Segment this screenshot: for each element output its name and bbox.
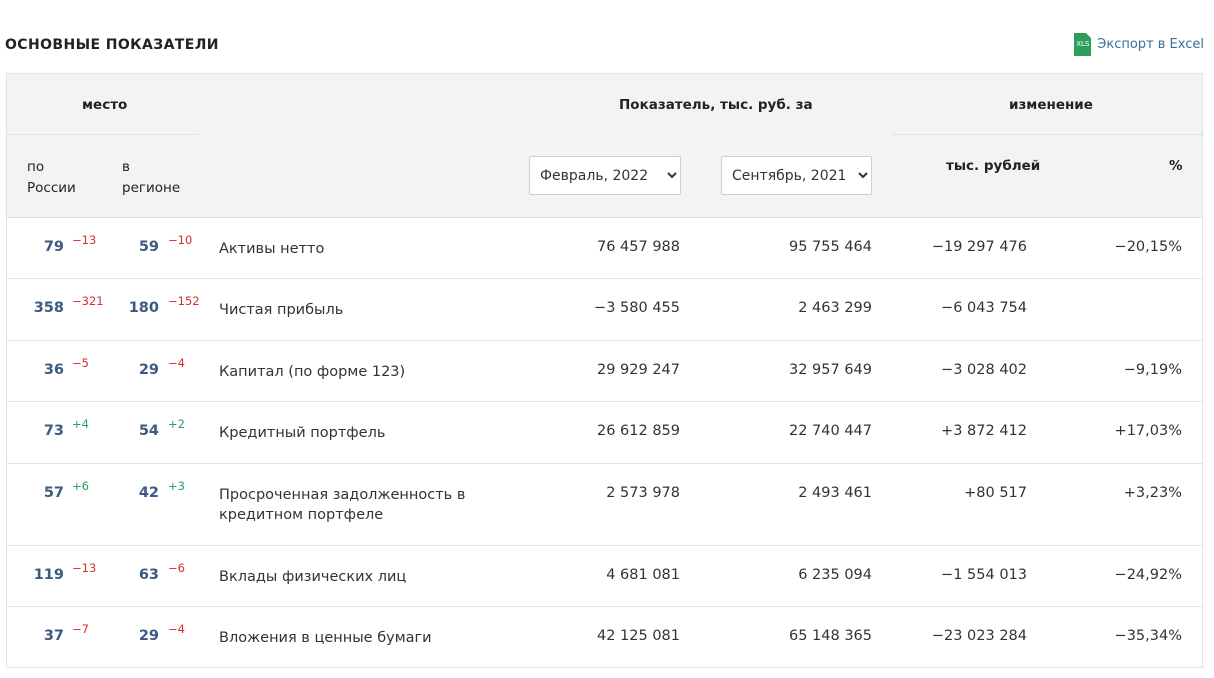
table-row: 73 +4 54 +2 Кредитный портфель 26 612 859 22 7… — [7, 402, 1202, 464]
rank-region-delta: −4 — [168, 622, 185, 636]
table-row: 119 −13 63 −6 Вклады физических лиц 4 681 081… — [7, 546, 1202, 607]
rank-region-delta: −6 — [168, 561, 185, 575]
table-row: 37 −7 29 −4 Вложения в ценные бумаги 42 125 0… — [7, 607, 1202, 667]
rank-region-delta: +3 — [168, 479, 185, 493]
header-change-abs: тыс. рублей — [946, 158, 1041, 174]
rank-region: 180 — [128, 300, 159, 316]
value-period-2: 65 148 365 — [788, 628, 872, 644]
rank-region: 59 — [138, 239, 159, 255]
rank-russia: 36 — [43, 362, 64, 378]
rank-russia: 79 — [43, 239, 64, 255]
change-pct: −9,19% — [1123, 362, 1182, 378]
indicator-name: Просроченная задолженность в кредитном п… — [219, 487, 466, 523]
table-row: 358 −321 180 −152 Чистая прибыль −3 580 455 2 … — [7, 279, 1202, 341]
value-period-2: 2 493 461 — [798, 485, 872, 501]
value-period-1: 4 681 081 — [606, 567, 680, 583]
table-header: место по России в регионе Показатель, ты… — [7, 74, 1204, 218]
header-place-region: в регионе — [122, 159, 181, 196]
rank-russia: 37 — [43, 628, 64, 644]
change-abs: −19 297 476 — [931, 239, 1027, 255]
header-divider-right — [893, 134, 1204, 135]
change-abs: −3 028 402 — [941, 362, 1027, 378]
rank-region: 54 — [138, 423, 159, 439]
export-excel-link[interactable]: XLS Экспорт в Excel — [1074, 33, 1204, 56]
period-2-select[interactable]: Сентябрь, 2021 — [721, 156, 872, 195]
indicator-name: Чистая прибыль — [219, 302, 344, 318]
change-pct: −24,92% — [1114, 567, 1182, 583]
rank-region: 63 — [138, 567, 159, 583]
rank-russia: 73 — [43, 423, 64, 439]
table-body: 79 −13 59 −10 Активы нетто 76 457 988 95 755 4… — [7, 218, 1202, 667]
header-place-russia: по России — [27, 159, 76, 196]
rank-russia-delta: −7 — [72, 622, 89, 636]
change-abs: −23 023 284 — [931, 628, 1027, 644]
rank-russia-delta: +4 — [72, 417, 89, 431]
rank-region-delta: −4 — [168, 356, 185, 370]
indicator-name: Вложения в ценные бумаги — [219, 630, 432, 646]
table-row: 79 −13 59 −10 Активы нетто 76 457 988 95 755 4… — [7, 218, 1202, 279]
change-pct: −35,34% — [1114, 628, 1182, 644]
rank-region-delta: −152 — [168, 294, 200, 308]
header-change-pct: % — [1169, 158, 1183, 174]
value-period-2: 2 463 299 — [798, 300, 872, 316]
rank-russia-delta: −5 — [72, 356, 89, 370]
value-period-2: 22 740 447 — [788, 423, 872, 439]
table-row: 36 −5 29 −4 Капитал (по форме 123) 29 929 247… — [7, 341, 1202, 402]
header-indicator: Показатель, тыс. руб. за — [619, 97, 813, 113]
rank-russia-delta: +6 — [72, 479, 89, 493]
period-1-select[interactable]: Февраль, 2022 — [529, 156, 681, 195]
rank-russia: 57 — [43, 485, 64, 501]
value-period-1: −3 580 455 — [594, 300, 680, 316]
value-period-1: 76 457 988 — [596, 239, 680, 255]
indicator-name: Вклады физических лиц — [219, 569, 407, 585]
change-abs: −6 043 754 — [941, 300, 1027, 316]
rank-russia: 119 — [33, 567, 64, 583]
header-place: место — [82, 97, 128, 113]
header-divider-left — [7, 134, 199, 135]
value-period-1: 42 125 081 — [596, 628, 680, 644]
change-abs: −1 554 013 — [941, 567, 1027, 583]
rank-region: 29 — [138, 628, 159, 644]
value-period-2: 95 755 464 — [788, 239, 872, 255]
change-pct: +3,23% — [1123, 485, 1182, 501]
table-row: 57 +6 42 +3 Просроченная задолженность в кре… — [7, 464, 1202, 546]
value-period-1: 29 929 247 — [596, 362, 680, 378]
rank-russia-delta: −321 — [72, 294, 104, 308]
rank-region-delta: −10 — [168, 233, 193, 247]
indicators-table: место по России в регионе Показатель, ты… — [6, 73, 1204, 668]
rank-region: 29 — [138, 362, 159, 378]
indicator-name: Активы нетто — [219, 241, 325, 257]
page-title: ОСНОВНЫЕ ПОКАЗАТЕЛИ — [5, 37, 219, 53]
rank-region: 42 — [138, 485, 159, 501]
rank-russia-delta: −13 — [72, 561, 97, 575]
value-period-2: 6 235 094 — [798, 567, 872, 583]
value-period-1: 26 612 859 — [596, 423, 680, 439]
value-period-1: 2 573 978 — [606, 485, 680, 501]
header-change: изменение — [1009, 97, 1093, 113]
rank-russia: 358 — [33, 300, 64, 316]
change-abs: +3 872 412 — [941, 423, 1027, 439]
change-pct: +17,03% — [1114, 423, 1182, 439]
value-period-2: 32 957 649 — [788, 362, 872, 378]
indicator-name: Кредитный портфель — [219, 425, 386, 441]
excel-file-icon: XLS — [1074, 33, 1092, 56]
rank-region-delta: +2 — [168, 417, 185, 431]
change-abs: +80 517 — [964, 485, 1027, 501]
export-excel-label: Экспорт в Excel — [1097, 37, 1204, 52]
indicator-name: Капитал (по форме 123) — [219, 364, 406, 380]
change-pct: −20,15% — [1114, 239, 1182, 255]
rank-russia-delta: −13 — [72, 233, 97, 247]
